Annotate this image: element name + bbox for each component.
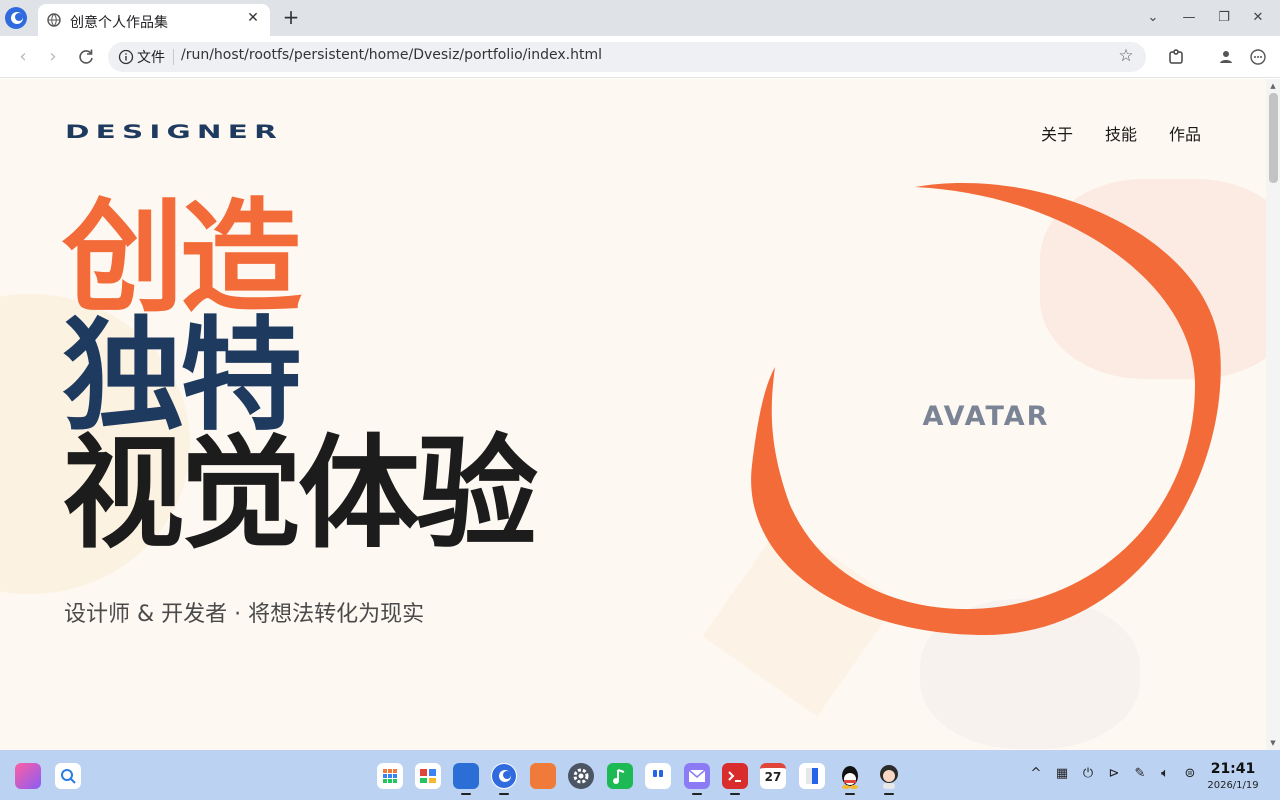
address-url[interactable]: /run/host/rootfs/persistent/home/Dvesiz/… [181, 47, 602, 63]
volume-icon[interactable]: 🔈︎ [1157, 766, 1173, 782]
site-logo[interactable]: DESIGNER [65, 121, 283, 143]
files-icon[interactable] [453, 763, 479, 789]
music-icon[interactable] [607, 763, 633, 789]
keyboard-icon[interactable]: ▦ [1054, 766, 1070, 782]
new-tab-button[interactable]: + [280, 6, 302, 28]
calendar-icon[interactable]: 27 [760, 763, 786, 789]
running-indicator [730, 793, 740, 795]
globe-icon [47, 13, 61, 27]
running-indicator [884, 793, 894, 795]
power-icon[interactable]: ⏻ [1080, 766, 1096, 782]
hero-subtitle: 设计师 & 开发者 · 将想法转化为现实 [64, 602, 425, 627]
hero-line-experience: 视觉体验 [62, 423, 538, 565]
close-window-icon[interactable]: ✕ [1248, 8, 1268, 28]
hero-line-unique: 独特 [62, 305, 302, 447]
nav-about[interactable]: 关于 [1041, 121, 1073, 145]
menu-icon[interactable] [1248, 47, 1268, 67]
avatar-label: AVATAR [922, 401, 1050, 432]
pen-icon[interactable]: ✎ [1132, 766, 1148, 782]
browser-toolbar: ‹ › 文件 /run/host/rootfs/persistent/home/… [0, 36, 1280, 78]
reload-icon[interactable] [76, 47, 96, 67]
forward-icon[interactable]: › [42, 46, 64, 68]
address-divider [173, 49, 174, 65]
tab-title: 创意个人作品集 [70, 15, 168, 31]
nav-skills[interactable]: 技能 [1105, 121, 1137, 145]
scrollbar-thumb[interactable] [1269, 93, 1278, 183]
scroll-up-icon[interactable]: ▲ [1268, 81, 1278, 91]
shop-icon[interactable] [530, 763, 556, 789]
avatar-app-icon[interactable] [876, 763, 902, 789]
browser-logo-icon[interactable] [4, 6, 28, 30]
clock-date[interactable]: 2026/1/19 [1200, 780, 1266, 791]
running-indicator [845, 793, 855, 795]
store-icon[interactable] [415, 763, 441, 789]
address-bar[interactable]: 文件 /run/host/rootfs/persistent/home/Dves… [108, 42, 1146, 72]
info-icon[interactable] [118, 49, 134, 65]
toggle-icon[interactable]: ⊜ [1182, 766, 1198, 782]
tray-expand-icon[interactable]: ^ [1028, 766, 1044, 782]
media-icon[interactable]: ⊳ [1106, 766, 1122, 782]
scroll-down-icon[interactable]: ▼ [1268, 738, 1278, 748]
extensions-icon[interactable] [1166, 47, 1186, 67]
profile-icon[interactable] [1216, 47, 1236, 67]
minimize-icon[interactable]: — [1179, 8, 1199, 28]
running-indicator [692, 793, 702, 795]
terminal-icon[interactable] [722, 763, 748, 789]
tab-active[interactable]: 创意个人作品集 ✕ [38, 4, 270, 36]
tab-bar: 创意个人作品集 ✕ + ⌄ — ❐ ✕ [0, 0, 1280, 36]
mail-icon[interactable] [684, 763, 710, 789]
taskbar: 27 ^ ▦ ⏻ ⊳ ✎ 🔈︎ ⊜ [0, 750, 1280, 800]
maximize-icon[interactable]: ❐ [1214, 8, 1234, 28]
search-icon[interactable] [55, 763, 81, 789]
app-grid-icon[interactable] [377, 763, 403, 789]
launcher-icon[interactable] [15, 763, 41, 789]
settings-icon[interactable] [568, 763, 594, 789]
tab-list-dropdown-icon[interactable]: ⌄ [1143, 8, 1163, 28]
running-indicator [461, 793, 471, 795]
clock-time[interactable]: 21:41 [1200, 761, 1266, 777]
nav-works[interactable]: 作品 [1169, 121, 1201, 145]
avatar: AVATAR [740, 175, 1240, 665]
qq-icon[interactable] [837, 763, 863, 789]
running-indicator [499, 793, 509, 795]
tab-close-icon[interactable]: ✕ [244, 9, 262, 27]
hero-line-create: 创造 [62, 187, 302, 329]
calculator-icon[interactable] [799, 763, 825, 789]
page-viewport: DESIGNER 关于 技能 作品 创造 独特 视觉体验 设计师 & 开发者 ·… [0, 79, 1266, 750]
back-icon[interactable]: ‹ [12, 46, 34, 68]
bookmark-star-icon[interactable]: ☆ [1116, 46, 1136, 66]
address-scheme: 文件 [137, 50, 165, 66]
page-scrollbar[interactable]: ▲ ▼ [1266, 79, 1280, 750]
browser-icon[interactable] [491, 763, 517, 789]
quote-icon[interactable] [645, 763, 671, 789]
